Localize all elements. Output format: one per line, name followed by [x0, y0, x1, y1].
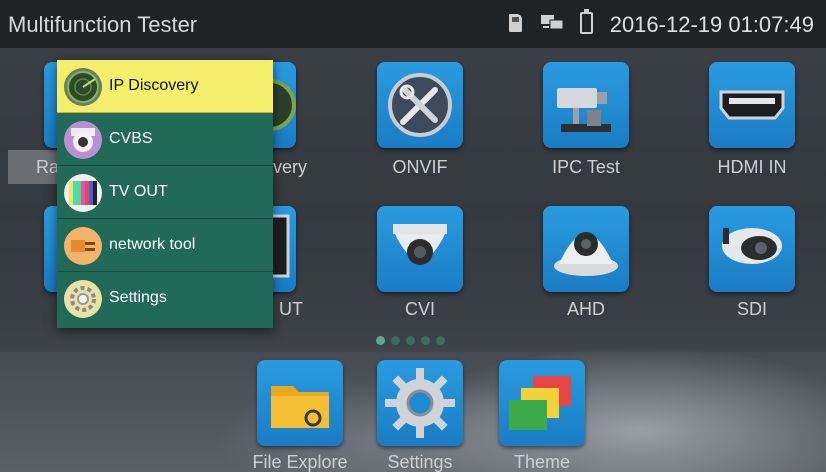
page-dot[interactable] — [391, 336, 400, 345]
sd-card-icon — [509, 14, 522, 32]
app-settings[interactable] — [377, 360, 463, 446]
settings-icon — [64, 280, 102, 318]
app-label-ahd: AHD — [566, 299, 605, 319]
shortcut-popup-menu: IP Discovery CVBS TV OUT network tool Se… — [57, 60, 273, 328]
ipc-camera-icon — [557, 88, 611, 132]
menu-label: CVBS — [109, 130, 153, 147]
menu-item-network-tool[interactable]: network tool — [57, 219, 273, 272]
theme-icon — [509, 376, 571, 430]
menu-label: TV OUT — [109, 183, 168, 200]
app-onvif[interactable] — [377, 62, 463, 148]
status-bar: Multifunction Tester 2016-12-19 01:07:49 — [0, 0, 826, 48]
page-dot[interactable] — [376, 336, 385, 345]
app-file-explorer[interactable] — [257, 360, 343, 446]
app-label-file-explorer: File Explore — [252, 452, 348, 472]
network-tool-icon — [64, 227, 102, 265]
app-label-ipc-test: IPC Test — [552, 157, 620, 177]
home-screen: Multifunction Tester 2016-12-19 01:07:49… — [0, 0, 826, 472]
app-ipc-test[interactable] — [543, 62, 629, 148]
app-label-onvif: ONVIF — [392, 157, 448, 177]
battery-icon — [580, 9, 593, 34]
menu-item-tv-out[interactable]: TV OUT — [57, 166, 273, 219]
app-label-ra: Ra — [36, 157, 60, 177]
page-dot[interactable] — [421, 336, 430, 345]
app-label-sdi: SDI — [736, 299, 767, 319]
app-sdi[interactable] — [709, 206, 795, 292]
menu-item-ip-discovery[interactable]: IP Discovery — [57, 60, 273, 113]
camera-icon — [64, 121, 102, 159]
app-cvi[interactable] — [377, 206, 463, 292]
page-indicator[interactable] — [376, 332, 451, 345]
dome-camera-icon — [393, 224, 447, 265]
page-dot[interactable] — [406, 336, 415, 345]
bullet-camera-icon — [722, 228, 782, 264]
app-hdmi-in[interactable] — [709, 62, 795, 148]
app-label-cvi: CVI — [404, 299, 435, 319]
color-bars-icon — [64, 174, 102, 212]
gear-icon — [385, 368, 455, 438]
radar-icon — [64, 68, 102, 106]
app-theme[interactable] — [499, 360, 585, 446]
menu-item-settings[interactable]: Settings — [57, 272, 273, 325]
folder-icon — [271, 386, 329, 428]
network-icon — [541, 15, 564, 30]
menu-label: Settings — [109, 289, 167, 306]
app-label-settings: Settings — [387, 452, 453, 472]
app-label-hdmi-in: HDMI IN — [717, 157, 787, 177]
app-label-theme: Theme — [513, 452, 571, 472]
page-dot[interactable] — [436, 336, 445, 345]
menu-label: network tool — [109, 236, 196, 253]
app-title: Multifunction Tester — [8, 12, 198, 37]
status-datetime: 2016-12-19 01:07:49 — [609, 12, 814, 37]
onvif-tools-icon — [388, 73, 452, 137]
app-ahd[interactable] — [543, 206, 629, 292]
menu-item-cvbs[interactable]: CVBS — [57, 113, 273, 166]
dome-camera-icon — [554, 232, 618, 276]
menu-label: IP Discovery — [109, 77, 199, 94]
hdmi-port-icon — [719, 90, 785, 120]
